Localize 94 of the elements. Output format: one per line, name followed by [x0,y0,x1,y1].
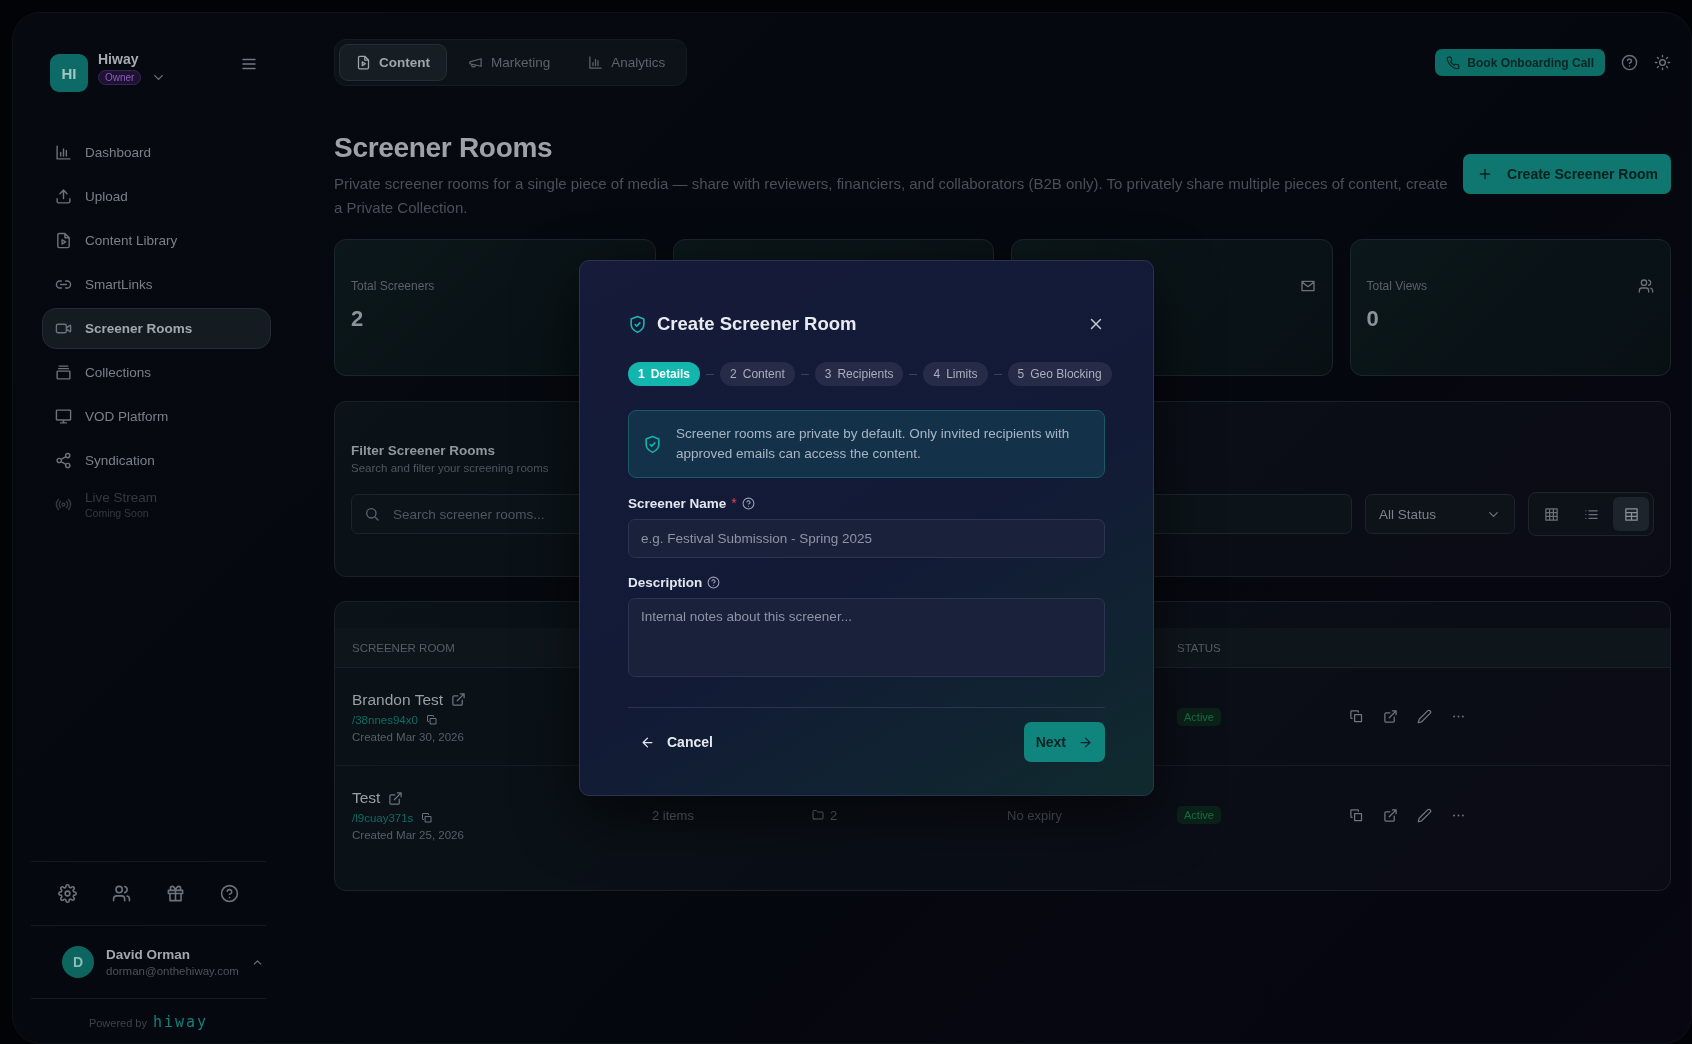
cancel-button[interactable]: Cancel [628,722,725,762]
pencil-icon[interactable] [1417,709,1432,724]
external-link-icon[interactable] [1383,709,1398,724]
copy-icon[interactable] [1349,807,1364,823]
tab[interactable]: Marketing [451,44,568,81]
powered-by-text: Powered by [88,1017,147,1029]
field-label: Screener Name [628,495,727,511]
room-name: Brandon Test [352,690,444,709]
nav-item[interactable]: Content Library [42,220,271,261]
phone-icon [1446,55,1461,70]
arrow-right-icon [1078,734,1093,750]
nav-item[interactable]: Collections [42,352,271,393]
mail-icon [1299,278,1316,294]
stat-value: 0 [1366,306,1379,332]
user-email: dorman@onthehiway.com [106,965,239,977]
share-icon [55,452,72,469]
page-title: Screener Rooms [334,132,554,164]
column-header: SCREENER ROOM [351,641,456,654]
nav-item[interactable]: Syndication [42,440,271,481]
grid-icon [1543,506,1559,522]
monitor-icon [55,408,72,425]
status-dropdown[interactable]: All Status [1365,494,1515,534]
external-link-icon[interactable] [1383,807,1398,823]
pencil-icon[interactable] [1417,807,1432,823]
created-date: Created Mar 25, 2026 [352,829,464,841]
page-description: Private screener rooms for a single piece of media — share with reviewers, financiers, and collaborators (B2B only). To privately share multiple pieces of content, create a Private Collection. [334,174,1449,218]
settings-icon[interactable] [58,884,78,903]
filter-subtitle: Search and filter your screening rooms [351,462,549,474]
tab[interactable]: Analytics [571,44,683,81]
help-icon[interactable] [741,496,755,510]
name-field[interactable]: e.g. Festival Submission - Spring 2025 [628,519,1105,558]
megaphone-icon [468,55,483,70]
step-tab[interactable]: 4 Limits [923,362,988,386]
table-icon [1623,506,1639,522]
folder-icon [812,809,824,821]
shield-check-icon [628,314,647,334]
notice-text: Screener rooms are private by default. Only invited recipients with approved emails can access the content. [676,425,1071,463]
create-screener-room-button[interactable]: Create Screener Room [1463,154,1671,194]
nav-item[interactable]: SmartLinks [42,264,271,305]
upload-icon [55,188,72,205]
description-field[interactable]: Internal notes about this screener... [628,598,1105,677]
users-icon [1638,278,1654,294]
broadcast-icon [55,496,72,513]
bar-chart-icon [588,55,604,70]
stack-icon [55,364,72,381]
dialog-title: Create Screener Room [657,313,857,335]
table-cell: 2 [830,807,838,823]
role-badge: Owner [98,70,142,85]
user-avatar: D [62,946,94,978]
tab[interactable]: Content [339,44,447,81]
table-view-button[interactable] [1613,497,1649,531]
workspace-name: Hiway [98,51,140,67]
help-icon[interactable] [1621,54,1638,71]
step-tab[interactable]: 5 Geo Blocking [1007,362,1112,386]
created-date: Created Mar 30, 2026 [352,730,464,743]
shield-check-icon [643,434,662,454]
step-tab[interactable]: 3 Recipients [814,362,904,386]
stat-value: 2 [351,306,364,332]
status-badge: Active [1177,806,1221,824]
external-link-icon[interactable] [451,692,467,707]
room-name: Test [352,789,381,807]
nav-item[interactable]: Upload [42,176,271,217]
filter-title: Filter Screener Rooms [351,443,496,458]
user-name: David Orman [106,947,192,962]
brand-logo[interactable]: hiway [152,1013,209,1031]
book-call-button[interactable]: Book Onboarding Call [1435,49,1605,76]
stat-label: Total Screeners [351,279,435,293]
workspace-logo: HI [50,54,88,92]
external-link-icon[interactable] [388,790,404,806]
help-icon[interactable] [707,576,721,589]
arrow-left-icon [640,734,655,750]
step-tab[interactable]: 2 Content [720,362,795,386]
copy-icon[interactable] [1349,709,1364,724]
nav-item[interactable]: Screener Rooms [42,308,271,349]
column-header: STATUS [1176,641,1222,654]
table-cell: 2 items [652,807,694,823]
help-icon[interactable] [219,884,239,903]
status-badge: Active [1177,707,1221,726]
sun-icon[interactable] [1654,54,1671,71]
required-mark: * [731,495,737,511]
copy-icon[interactable] [425,713,438,726]
bar-chart-icon [55,144,72,161]
room-link[interactable]: /l9cuay371s [352,812,414,824]
next-button[interactable]: Next [1023,722,1105,762]
users-icon[interactable] [112,884,132,903]
copy-icon[interactable] [421,812,434,824]
file-play-icon [55,232,72,249]
gift-icon[interactable] [165,884,185,903]
field-label: Description [628,575,703,590]
nav-item[interactable]: Dashboard [42,132,271,173]
file-play-icon [356,55,371,70]
nav-item[interactable]: VOD Platform [42,396,271,437]
room-link[interactable]: /38nnes94x0 [352,713,418,726]
stat-label: Total Views [1366,279,1427,293]
